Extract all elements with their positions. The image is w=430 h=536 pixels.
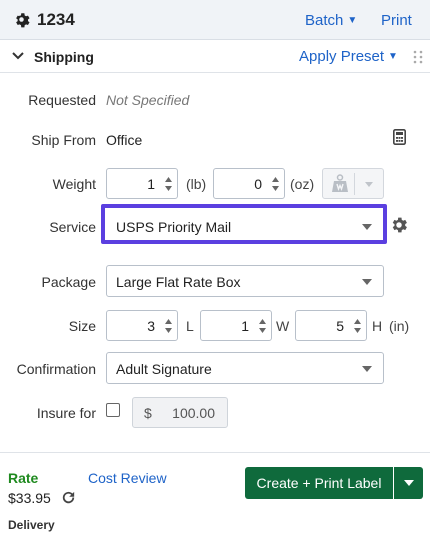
- weight-label: Weight: [52, 176, 96, 192]
- apply-preset-button[interactable]: Apply Preset ▼: [299, 48, 398, 65]
- create-print-label-button[interactable]: Create + Print Label: [245, 467, 393, 499]
- insure-checkbox[interactable]: [106, 403, 120, 417]
- scale-button[interactable]: [322, 168, 384, 199]
- size-h-unit: H: [372, 318, 383, 334]
- weight-lb-unit: (lb): [186, 176, 207, 192]
- confirmation-select[interactable]: Adult Signature: [106, 352, 384, 384]
- create-options-dropdown[interactable]: [394, 467, 423, 499]
- size-w-unit: W: [276, 318, 290, 334]
- size-label: Size: [68, 318, 96, 334]
- drag-handle-icon[interactable]: [413, 50, 423, 64]
- confirmation-label: Confirmation: [16, 361, 96, 377]
- weight-oz-input[interactable]: 0: [213, 168, 285, 199]
- stepper-icon[interactable]: [258, 316, 267, 336]
- calculator-icon[interactable]: [393, 129, 406, 145]
- package-label: Package: [41, 274, 96, 290]
- insure-amount-input[interactable]: $ 100.00: [132, 397, 228, 428]
- stepper-icon[interactable]: [164, 174, 173, 194]
- insure-label: Insure for: [36, 405, 96, 421]
- stepper-icon[interactable]: [353, 316, 362, 336]
- confirmation-selected: Adult Signature: [116, 361, 212, 377]
- stepper-icon[interactable]: [271, 174, 280, 194]
- order-number: 1234: [37, 10, 75, 29]
- rate-value: $33.95: [8, 490, 51, 506]
- scale-icon: [332, 174, 348, 192]
- size-width-value: 1: [241, 318, 249, 334]
- ship-from-value: Office: [106, 132, 143, 148]
- batch-label: Batch: [305, 12, 344, 29]
- footer-divider: [0, 452, 430, 453]
- scale-dropdown-arrow-icon[interactable]: [365, 182, 373, 187]
- print-menu-button[interactable]: Print: [381, 12, 412, 29]
- size-height-input[interactable]: 5: [295, 310, 367, 341]
- caret-down-icon: ▼: [347, 15, 358, 26]
- dropdown-arrow-icon: [362, 279, 372, 285]
- gear-icon: [16, 13, 30, 28]
- requested-value: Not Specified: [106, 92, 190, 108]
- weight-oz-unit: (oz): [290, 176, 315, 192]
- requested-label: Requested: [28, 92, 96, 108]
- service-focus-ring: [101, 204, 387, 244]
- settings-gear-icon[interactable]: [389, 215, 409, 235]
- insure-amount: 100.00: [172, 405, 215, 421]
- weight-lb-value: 1: [147, 176, 155, 192]
- rate-label: Rate: [8, 470, 39, 486]
- order-header: 1234 Batch ▼ Print: [0, 0, 430, 40]
- package-selected: Large Flat Rate Box: [116, 274, 241, 290]
- service-label: Service: [49, 219, 96, 235]
- size-in-unit: (in): [389, 318, 410, 334]
- shipping-section-header: Shipping Apply Preset ▼: [0, 41, 430, 73]
- caret-down-icon: [404, 480, 414, 486]
- batch-menu-button[interactable]: Batch ▼: [305, 12, 357, 29]
- stepper-icon[interactable]: [164, 316, 173, 336]
- chevron-down-icon[interactable]: [12, 51, 24, 61]
- cost-review-link[interactable]: Cost Review: [88, 470, 167, 486]
- size-width-input[interactable]: 1: [200, 310, 272, 341]
- weight-lb-input[interactable]: 1: [106, 168, 178, 199]
- refresh-icon[interactable]: [60, 489, 77, 506]
- package-select[interactable]: Large Flat Rate Box: [106, 265, 384, 297]
- size-l-unit: L: [186, 318, 194, 334]
- caret-down-icon: ▼: [388, 51, 398, 62]
- currency-symbol: $: [144, 405, 152, 421]
- apply-preset-label: Apply Preset: [299, 48, 385, 65]
- ship-from-label: Ship From: [31, 132, 96, 148]
- section-title: Shipping: [34, 49, 94, 65]
- dropdown-arrow-icon: [362, 366, 372, 372]
- size-height-value: 5: [336, 318, 344, 334]
- size-length-input[interactable]: 3: [106, 310, 178, 341]
- delivery-label: Delivery: [8, 518, 55, 532]
- scale-divider: [354, 173, 355, 195]
- weight-oz-value: 0: [254, 176, 262, 192]
- size-length-value: 3: [147, 318, 155, 334]
- print-label: Print: [381, 12, 412, 29]
